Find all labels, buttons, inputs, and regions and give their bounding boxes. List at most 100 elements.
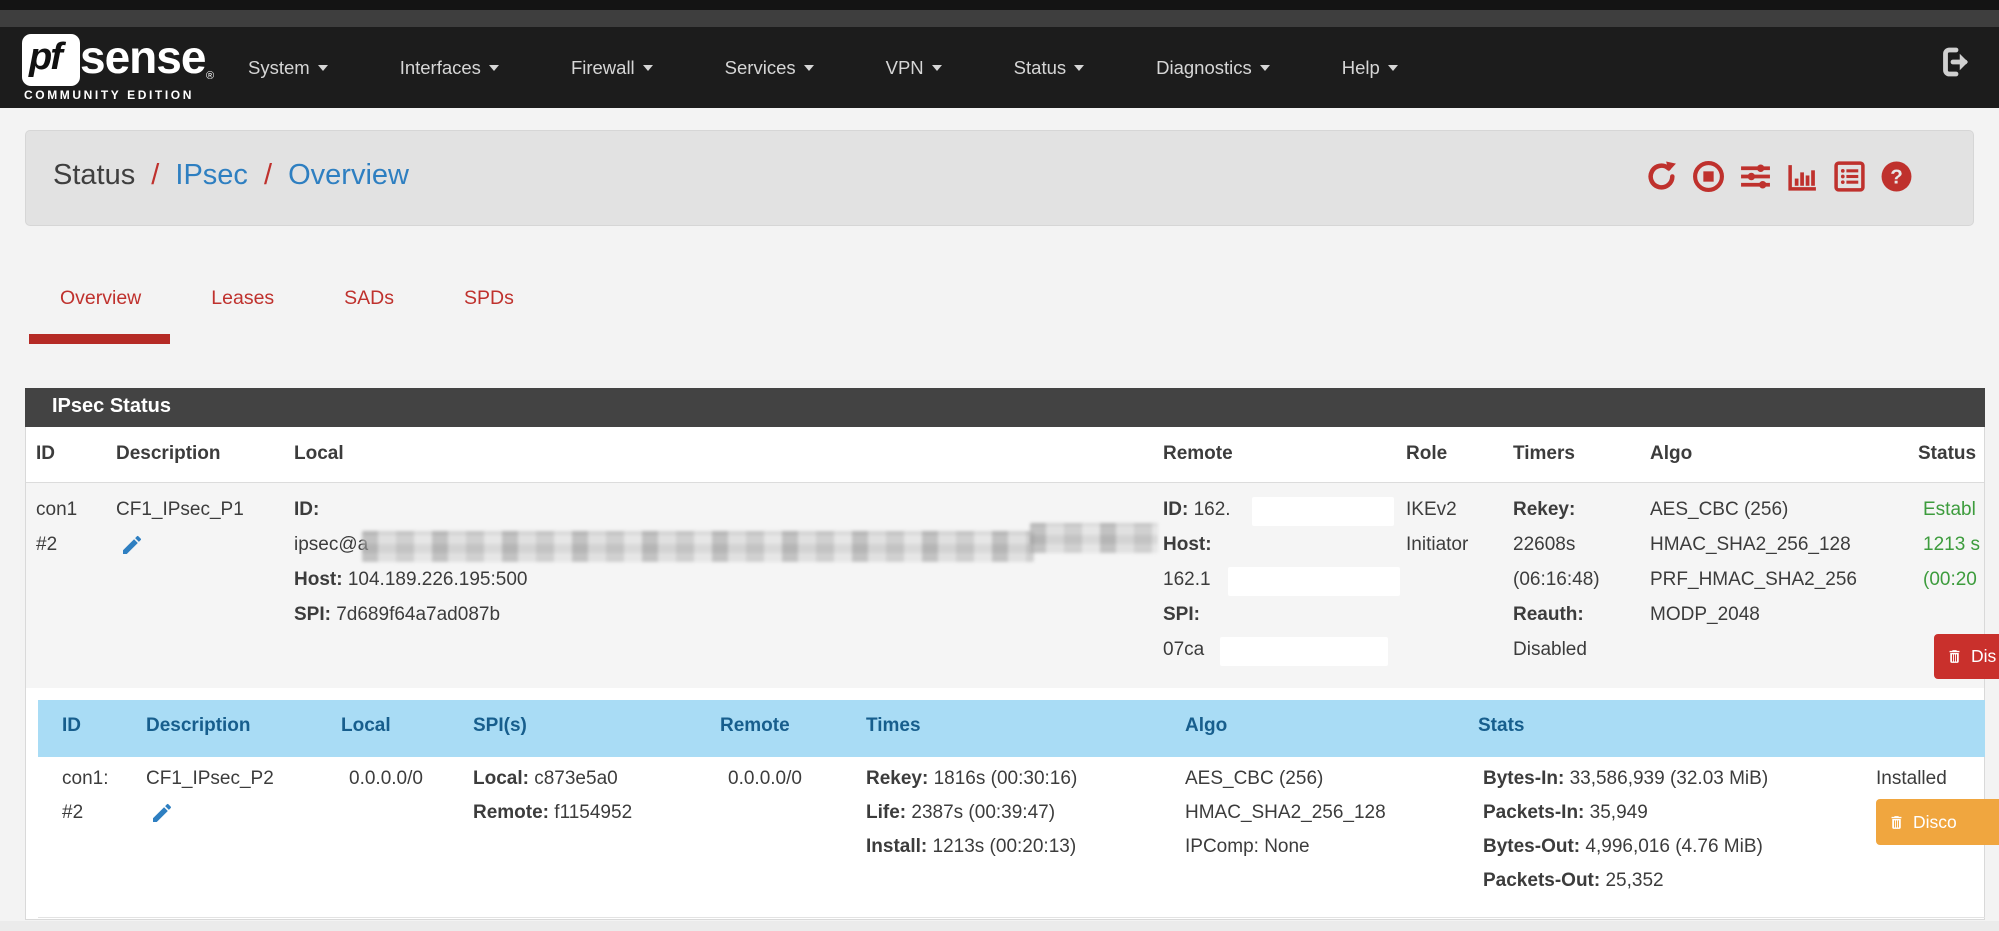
remote-spi-value: 07ca <box>1163 632 1231 667</box>
chevron-down-icon <box>804 65 814 71</box>
child-local-network: 0.0.0.0/0 <box>349 762 423 796</box>
nav-item-help[interactable]: Help <box>1342 57 1398 79</box>
status-established: Establ <box>1923 492 1980 527</box>
filter-sliders-icon[interactable] <box>1739 160 1772 193</box>
nav-label: Firewall <box>571 57 635 79</box>
packets-in-value: 35,949 <box>1590 802 1648 823</box>
tab-spds[interactable]: SPDs <box>464 287 514 310</box>
remote-id-label: ID: <box>1163 499 1188 520</box>
log-view-icon[interactable] <box>1833 160 1866 193</box>
child-cell-remote: 0.0.0.0/0 <box>728 762 802 796</box>
tab-sads[interactable]: SADs <box>344 287 394 310</box>
col-header-status: Status <box>1918 443 1976 465</box>
refresh-icon[interactable] <box>1645 160 1678 193</box>
child-disconnect-button[interactable]: Disco <box>1876 799 1999 845</box>
col-header-local: Local <box>294 443 344 465</box>
bar-chart-icon[interactable] <box>1786 160 1819 193</box>
disconnect-button[interactable]: Dis <box>1934 634 1999 679</box>
logo-sense-text: sense <box>80 30 205 84</box>
packets-in-label: Packets-In: <box>1483 802 1584 823</box>
child-col-id: ID <box>62 715 81 737</box>
tab-leases[interactable]: Leases <box>211 287 274 310</box>
bytes-in-label: Bytes-In: <box>1483 768 1564 789</box>
nav-item-diagnostics[interactable]: Diagnostics <box>1156 57 1270 79</box>
child-remote-network: 0.0.0.0/0 <box>728 762 802 796</box>
child-sa-header-row <box>38 700 1985 757</box>
breadcrumb-bar: Status / IPsec / Overview <box>25 130 1974 226</box>
spi-local-label: Local: <box>473 768 529 789</box>
breadcrumb-link-ipsec[interactable]: IPsec <box>175 159 248 191</box>
cell-algo: AES_CBC (256) HMAC_SHA2_256_128 PRF_HMAC… <box>1650 492 1857 632</box>
breadcrumb-separator: / <box>143 159 167 191</box>
child-cell-description: CF1_IPsec_P2 <box>146 762 274 837</box>
cell-status: Establ 1213 s (00:20 <box>1923 492 1980 597</box>
child-cell-stats: Bytes-In: 33,586,939 (32.03 MiB) Packets… <box>1483 762 1768 898</box>
pfsense-logo[interactable]: pf sense ® COMMUNITY EDITION <box>22 30 242 102</box>
child-connection-instance: #2 <box>62 796 108 830</box>
edit-pencil-icon[interactable] <box>120 533 144 557</box>
row-divider <box>38 917 1985 918</box>
remote-host-value: 162.1 <box>1163 562 1231 597</box>
remote-host-label: Host: <box>1163 534 1212 555</box>
breadcrumb: Status / IPsec / Overview <box>53 159 409 192</box>
cell-timers: Rekey: 22608s (06:16:48) Reauth: Disable… <box>1513 492 1600 667</box>
child-col-remote: Remote <box>720 715 790 737</box>
connection-instance: #2 <box>36 527 77 562</box>
local-host-value: 104.189.226.195:500 <box>348 569 528 590</box>
packets-out-label: Packets-Out: <box>1483 870 1600 891</box>
bytes-out-value: 4,996,016 (4.76 MiB) <box>1585 836 1762 857</box>
cell-remote: ID: 162. Host: 162.1 SPI: 07ca <box>1163 492 1231 667</box>
rekey-label: Rekey: <box>1513 499 1575 520</box>
bytes-out-label: Bytes-Out: <box>1483 836 1580 857</box>
role-value: Initiator <box>1406 527 1468 562</box>
nav-menu: System Interfaces Firewall Services VPN … <box>248 27 1398 108</box>
connection-id: con1 <box>36 492 77 527</box>
child-col-stats: Stats <box>1478 715 1524 737</box>
trash-icon <box>1888 813 1905 832</box>
child-col-local: Local <box>341 715 391 737</box>
col-header-remote: Remote <box>1163 443 1233 465</box>
chevron-down-icon <box>1074 65 1084 71</box>
cell-local: ID: ipsec@a Host: 104.189.226.195:500 SP… <box>294 492 527 632</box>
reauth-value: Disabled <box>1513 632 1600 667</box>
nav-item-firewall[interactable]: Firewall <box>571 57 653 79</box>
chevron-down-icon <box>1260 65 1270 71</box>
help-icon[interactable]: ? <box>1880 160 1913 193</box>
card-title: IPsec Status <box>52 395 171 418</box>
breadcrumb-link-overview[interactable]: Overview <box>288 159 409 191</box>
breadcrumb-section: Status <box>53 159 135 191</box>
child-algo-ipcomp: IPComp: None <box>1185 830 1386 864</box>
local-spi-value: 7d689f64a7ad087b <box>336 604 500 625</box>
stop-icon[interactable] <box>1692 160 1725 193</box>
child-life-value: 2387s (00:39:47) <box>911 802 1055 823</box>
logo-registered-mark: ® <box>206 70 214 82</box>
logo-subtitle: COMMUNITY EDITION <box>24 88 194 102</box>
logout-icon[interactable] <box>1938 44 1974 80</box>
chevron-down-icon <box>932 65 942 71</box>
nav-label: Services <box>725 57 796 79</box>
ipsec-tabs: Overview Leases SADs SPDs <box>60 287 514 310</box>
nav-label: VPN <box>886 57 924 79</box>
child-status-installed: Installed <box>1876 762 1947 796</box>
nav-label: Status <box>1014 57 1066 79</box>
algo-integrity: HMAC_SHA2_256_128 <box>1650 527 1857 562</box>
role-protocol: IKEv2 <box>1406 492 1468 527</box>
card-title-bar: IPsec Status <box>25 388 1985 427</box>
breadcrumb-separator: / <box>256 159 280 191</box>
nav-item-vpn[interactable]: VPN <box>886 57 942 79</box>
chevron-down-icon <box>1388 65 1398 71</box>
nav-label: Help <box>1342 57 1380 79</box>
child-cell-status: Installed <box>1876 762 1947 796</box>
remote-id-value: 162. <box>1194 499 1231 520</box>
remote-spi-label: SPI: <box>1163 604 1200 625</box>
nav-item-services[interactable]: Services <box>725 57 814 79</box>
nav-item-system[interactable]: System <box>248 57 328 79</box>
nav-item-status[interactable]: Status <box>1014 57 1084 79</box>
chevron-down-icon <box>489 65 499 71</box>
edit-pencil-icon[interactable] <box>150 801 174 825</box>
spi-local-value: c873e5a0 <box>534 768 617 789</box>
nav-item-interfaces[interactable]: Interfaces <box>400 57 499 79</box>
trash-icon <box>1946 647 1963 666</box>
tab-overview[interactable]: Overview <box>60 287 141 310</box>
local-spi-label: SPI: <box>294 604 331 625</box>
